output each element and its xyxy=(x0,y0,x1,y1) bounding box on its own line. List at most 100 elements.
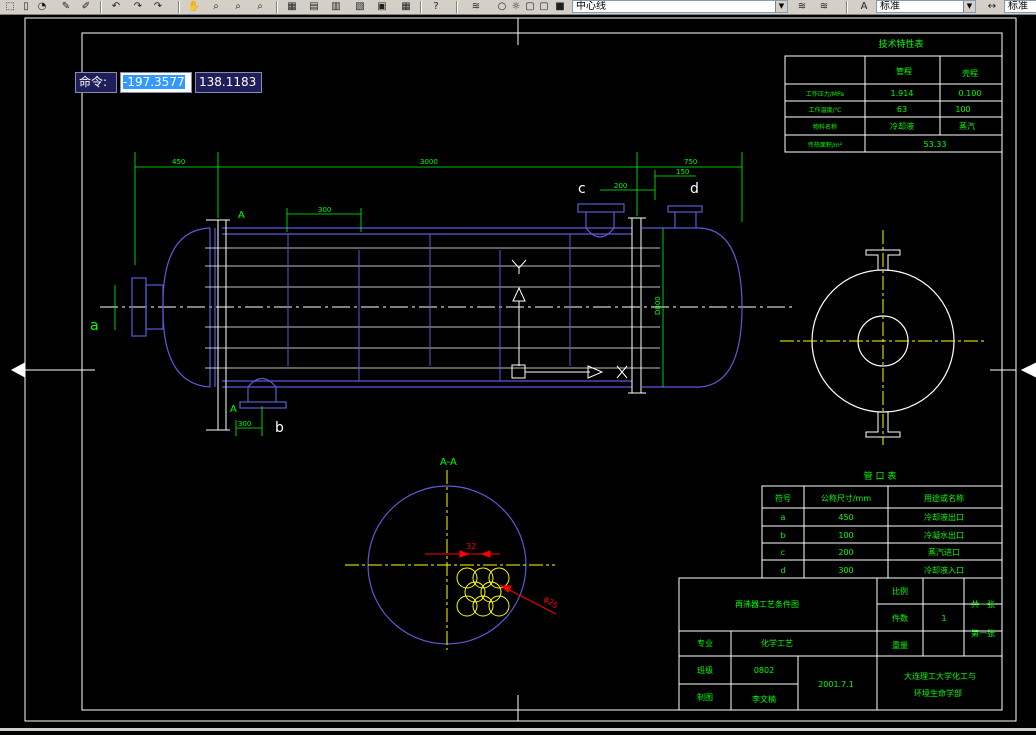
weight-label: 重量 xyxy=(892,640,908,650)
layer-states-icon[interactable]: ≋ xyxy=(816,0,832,13)
dim-top-right: 750 xyxy=(684,158,697,166)
dim-d-spacing: 150 xyxy=(676,168,689,176)
layer-name: 中心线 xyxy=(576,1,606,12)
drawing-canvas[interactable]: 450 3000 750 200 150 300 300 D800 a b c … xyxy=(0,15,1036,731)
text-style-dropdown[interactable]: 标准 ▼ xyxy=(876,0,976,13)
redo-icon[interactable]: ↷ xyxy=(130,0,146,13)
dim-baffle: 300 xyxy=(318,206,331,214)
pieces-value: 1 xyxy=(941,614,946,623)
dim-style-name: 标准 xyxy=(1008,1,1028,12)
nozzle-table xyxy=(761,485,1003,579)
new-file-icon[interactable]: ▯ xyxy=(18,0,34,13)
dim-c-spacing: 200 xyxy=(614,182,627,190)
pan-icon[interactable]: ✋ xyxy=(186,0,202,13)
nozzle-cell: c xyxy=(781,548,785,557)
top-toolbar: ⬚ ▯ ◔ ✎ ✐ ↶ ↷ ↷ ✋ ⌕ ⌕ ⌕ ▦ ▤ ▥ ▧ ▣ ▦ ? ≋ … xyxy=(0,0,1036,15)
side-view xyxy=(780,230,985,445)
tech-cell: 0.100 xyxy=(959,89,982,98)
nozzle-cell: 200 xyxy=(838,548,853,557)
dim-top-mid: 3000 xyxy=(420,158,438,166)
layer-plot-icon[interactable]: ▢ xyxy=(536,0,552,13)
nozzle-cell: 300 xyxy=(838,566,853,575)
zoom-window-icon[interactable]: ⌕ xyxy=(230,0,246,13)
open-icon[interactable]: ◔ xyxy=(34,0,50,13)
tech-cell: 冷却液 xyxy=(890,121,914,131)
tech-cell: 蒸汽 xyxy=(959,121,975,131)
help-icon[interactable]: ? xyxy=(428,0,444,13)
chevron-down-icon[interactable]: ▼ xyxy=(963,1,975,12)
dim-b-offset: 300 xyxy=(238,420,251,428)
calculator-icon[interactable]: ▦ xyxy=(398,0,414,13)
nozzle-cell: b xyxy=(780,531,785,540)
tube-sheets xyxy=(206,217,646,431)
label-c: c xyxy=(578,181,586,197)
layer-manager-icon[interactable]: ≋ xyxy=(468,0,484,13)
major-label: 专业 xyxy=(697,638,713,648)
tech-cell: 物料名称 xyxy=(813,123,837,131)
tube-pattern xyxy=(456,567,510,617)
tubes xyxy=(205,247,660,369)
text-style-icon[interactable]: A xyxy=(856,0,872,13)
tech-header-tube: 管程 xyxy=(896,66,912,76)
dim-height: D800 xyxy=(654,296,662,315)
pen-icon[interactable]: ✎ xyxy=(58,0,74,13)
x-coordinate-value: -197.3577 xyxy=(123,75,185,89)
zoom-previous-icon[interactable]: ⌕ xyxy=(252,0,268,13)
sheet-no: 第一张 xyxy=(971,628,995,638)
nozzle-cell: d xyxy=(780,566,785,575)
dim-top-left: 450 xyxy=(172,158,185,166)
drawing-name: 再沸器工艺条件图 xyxy=(735,599,799,609)
chevron-down-icon[interactable]: ▼ xyxy=(775,1,787,12)
main-view: 450 3000 750 200 150 300 300 D800 a b c … xyxy=(90,152,795,436)
layer-previous-icon[interactable]: ≋ xyxy=(794,0,810,13)
sheet-set-icon[interactable]: ▧ xyxy=(352,0,368,13)
nozzle-cell: 冷却液出口 xyxy=(924,512,964,522)
nozzle-cell: 100 xyxy=(838,531,853,540)
design-center-icon[interactable]: ▤ xyxy=(306,0,322,13)
nozzle-labels: a b c d A A xyxy=(90,181,699,436)
pieces-label: 件数 xyxy=(892,613,908,623)
major-value: 化学工艺 xyxy=(761,638,793,648)
school-line1: 大连理工大学化工与 xyxy=(904,671,976,681)
vessel-shell xyxy=(131,203,743,409)
nozzle-cell: 蒸汽进口 xyxy=(928,547,960,557)
section-mark-top: A xyxy=(238,210,245,221)
total-sheets: 共一张 xyxy=(971,600,995,609)
class-label: 班级 xyxy=(697,665,713,675)
outer-border xyxy=(24,17,1017,722)
dim-style-icon[interactable]: ↔ xyxy=(984,0,1000,13)
section-title: A-A xyxy=(440,457,457,468)
nozzle-header: 符号 xyxy=(775,493,791,503)
tool-palette-icon[interactable]: ▥ xyxy=(328,0,344,13)
drawer-label: 制图 xyxy=(697,692,713,702)
border-center-marks xyxy=(10,18,1036,721)
x-coordinate-input[interactable]: -197.3577 xyxy=(120,72,192,93)
layer-dropdown[interactable]: 中心线 ▼ xyxy=(572,0,788,13)
tech-header-shell: 壳程 xyxy=(962,68,978,78)
command-prompt-label: 命令: xyxy=(75,72,117,93)
cad-drawing: 450 3000 750 200 150 300 300 D800 a b c … xyxy=(10,17,1036,722)
tech-cell: 工作压力/MPa xyxy=(806,90,845,98)
redo-more-icon[interactable]: ↷ xyxy=(150,0,166,13)
layer-color-icon[interactable]: ■ xyxy=(552,0,568,13)
brush-icon[interactable]: ✐ xyxy=(78,0,94,13)
properties-icon[interactable]: ▦ xyxy=(284,0,300,13)
scale-label: 比例 xyxy=(892,586,908,596)
y-coordinate-input[interactable]: 138.1183 xyxy=(195,72,262,93)
select-icon[interactable]: ⬚ xyxy=(2,0,18,13)
undo-icon[interactable]: ↶ xyxy=(108,0,124,13)
section-pitch: 32 xyxy=(466,542,476,551)
tech-table-text: 技术特性表 管程 壳程 工作压力/MPa 1.914 0.100 工作温度/℃ … xyxy=(806,38,982,149)
markup-icon[interactable]: ▣ xyxy=(374,0,390,13)
tech-cell: 63 xyxy=(897,105,907,114)
tech-cell: 1.914 xyxy=(891,89,914,98)
date: 2001.7.1 xyxy=(818,680,854,689)
tech-cell: 100 xyxy=(955,105,970,114)
tech-cell: 53.33 xyxy=(924,140,947,149)
nozzle-header: 用途或名称 xyxy=(924,493,964,503)
nozzle-cell: 450 xyxy=(838,513,853,522)
tech-cell: 工作温度/℃ xyxy=(809,106,842,114)
zoom-realtime-icon[interactable]: ⌕ xyxy=(208,0,224,13)
nozzle-cell: 冷凝水出口 xyxy=(924,530,964,540)
dim-style-dropdown[interactable]: 标准 xyxy=(1004,0,1036,13)
